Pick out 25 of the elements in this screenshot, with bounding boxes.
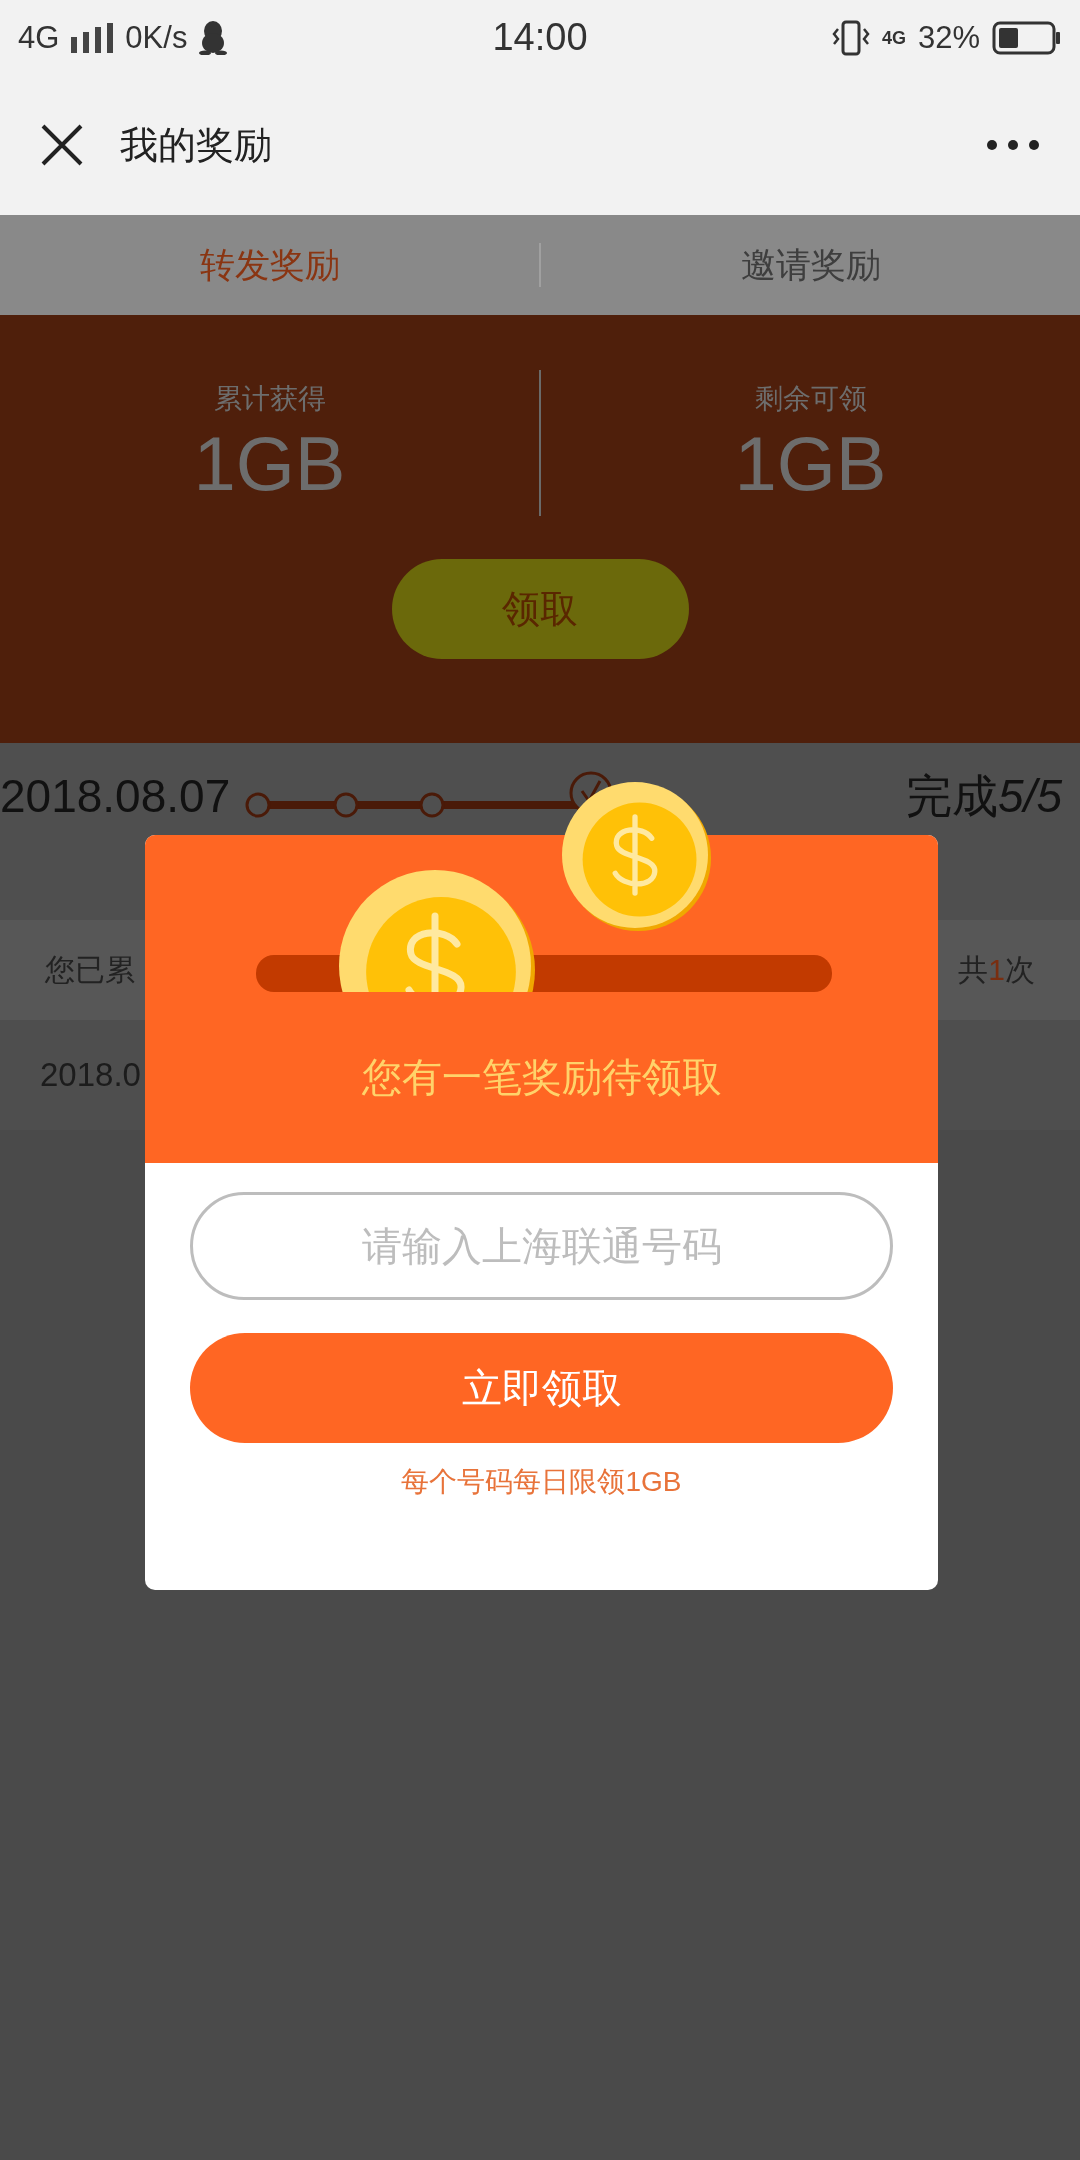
claim-button[interactable]: 领取 (391, 559, 689, 659)
page-title: 我的奖励 (120, 122, 273, 168)
stat-value: 1GB (193, 419, 346, 507)
vibrate-icon (831, 18, 870, 57)
tab[interactable]: 邀请奖励 (541, 231, 1080, 299)
battery-label: 32% (917, 19, 980, 56)
phone-input[interactable]: 请输入上海联通号码 (190, 1192, 893, 1300)
speed-label: 0K/s (125, 19, 188, 56)
claim-now-button[interactable]: 立即领取 (190, 1333, 893, 1443)
stat-label: 累计获得 (213, 381, 326, 416)
completion-label: 完成5/5 (906, 771, 1062, 822)
signal-icon (71, 22, 114, 53)
clock: 14:00 (492, 16, 588, 59)
stat-label: 剩余可领 (754, 381, 867, 416)
dialog-title: 您有一笔奖励待领取 (361, 1054, 722, 1101)
network-label: 4G (881, 28, 906, 47)
more-icon[interactable] (986, 139, 1040, 151)
limit-note: 每个号码每日限领1GB (401, 1465, 682, 1499)
stat-value: 1GB (734, 419, 887, 507)
tab[interactable]: 转发奖励 (0, 231, 539, 299)
battery-icon (992, 20, 1062, 55)
date-label: 2018.08.07 (0, 771, 231, 822)
close-icon[interactable] (40, 123, 84, 167)
network-label: 4G (18, 19, 60, 56)
penguin-icon (199, 20, 228, 55)
